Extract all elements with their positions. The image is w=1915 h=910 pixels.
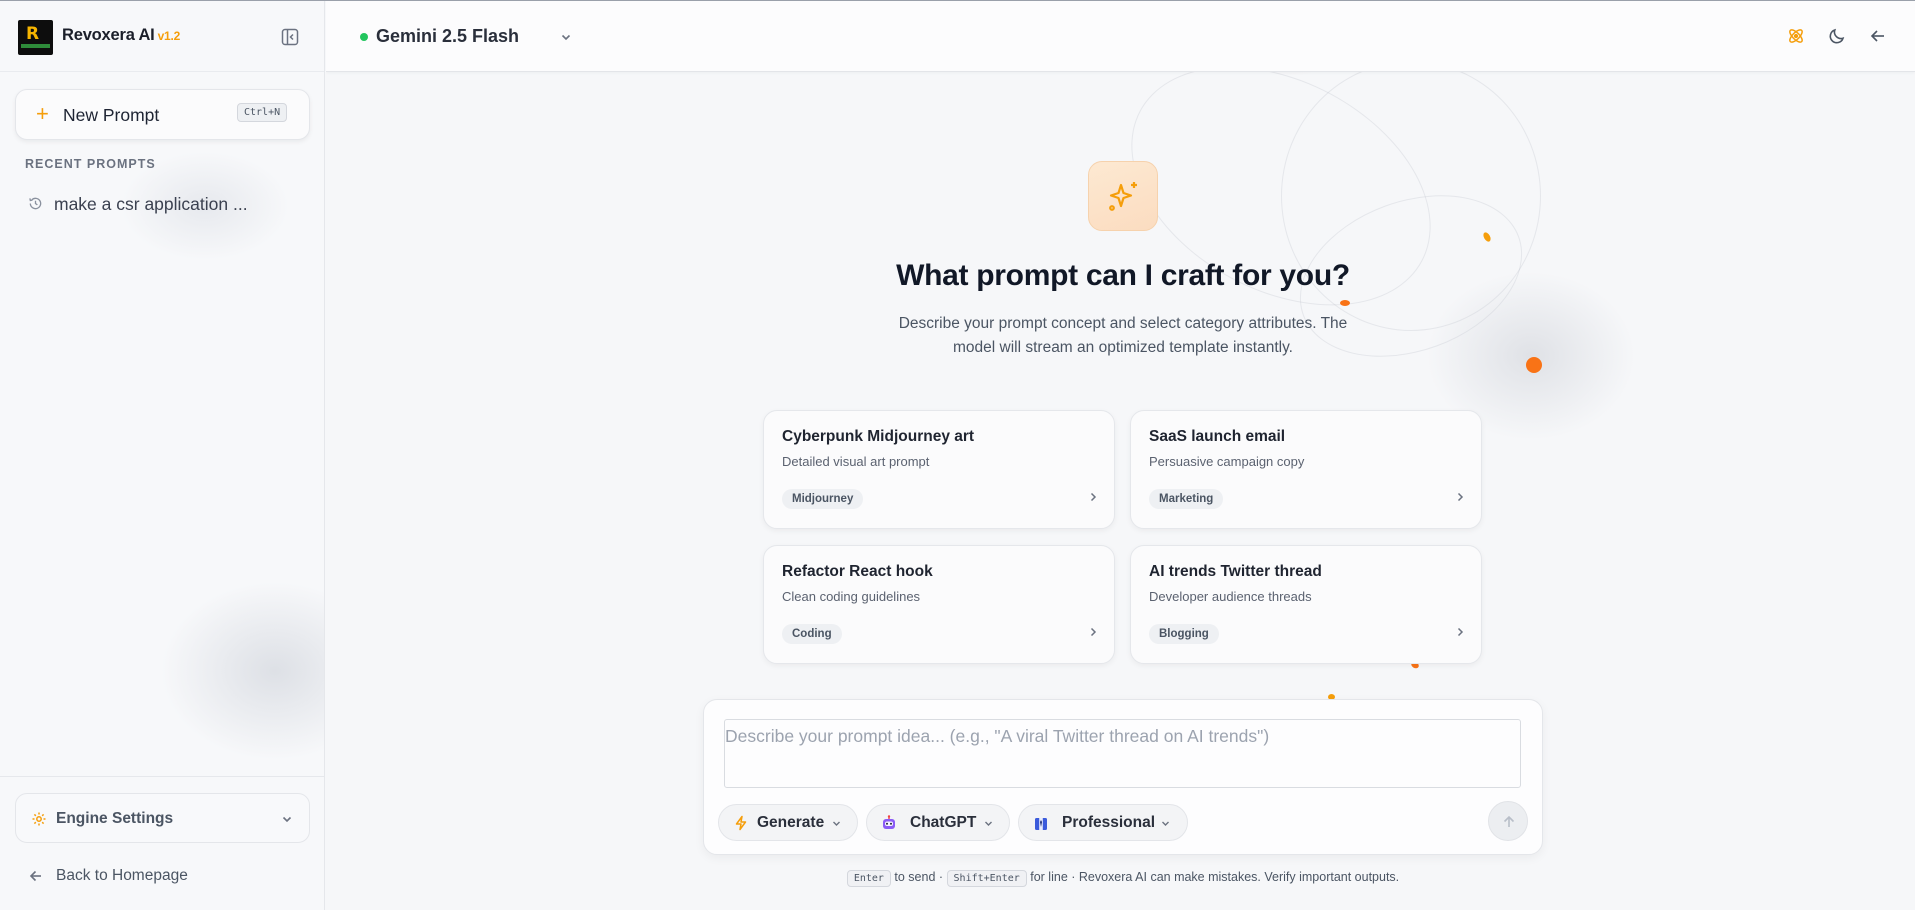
main-area: Gemini 2.5 Flash What prompt can I craft… [326, 1, 1915, 910]
card-tag: Coding [782, 624, 842, 644]
brand-name: Revoxera AI [62, 26, 155, 44]
sidebar-glow-decoration [160, 581, 324, 761]
prompt-composer: Generate ChatGPT Professional [703, 699, 1543, 855]
arrow-up-icon [1503, 815, 1515, 827]
logo-mark: R [26, 24, 40, 44]
hero-title: What prompt can I craft for you? [896, 259, 1350, 292]
chevron-down-icon [985, 821, 992, 826]
card-description: Persuasive campaign copy [1149, 454, 1305, 469]
sidebar-divider [0, 776, 324, 777]
atom-button[interactable] [1786, 26, 1806, 46]
lightning-icon [735, 815, 747, 831]
sidebar-collapse-icon [281, 28, 299, 46]
mode-label: Generate [757, 814, 825, 831]
back-to-homepage-label: Back to Homepage [56, 867, 188, 884]
chevron-down-icon [561, 34, 571, 41]
card-description: Developer audience threads [1149, 589, 1312, 604]
app-brand: Revoxera AI v1.2 [62, 26, 180, 45]
logo-wordmark-bar [21, 44, 50, 48]
tone-dropdown[interactable]: Professional [1018, 804, 1188, 841]
chevron-down-icon [833, 821, 840, 826]
card-tag: Midjourney [782, 489, 864, 509]
target-model-dropdown[interactable]: ChatGPT [866, 804, 1010, 841]
engine-settings-toggle[interactable]: Engine Settings [15, 793, 310, 843]
back-button[interactable] [1868, 26, 1888, 46]
briefcase-person-icon [1035, 818, 1047, 830]
model-status-dot [360, 33, 368, 41]
suggestion-card[interactable]: AI trends Twitter thread Developer audie… [1130, 545, 1482, 664]
sidebar: R Revoxera AI v1.2 + New Prompt Ctrl+N RE… [0, 1, 325, 910]
enter-hint-text: to send · [894, 870, 944, 884]
arrow-left-icon [29, 870, 41, 882]
card-tag: Blogging [1149, 624, 1219, 644]
suggestion-card[interactable]: Refactor React hook Clean coding guideli… [763, 545, 1115, 664]
arrow-left-icon [1870, 30, 1884, 42]
history-icon [29, 197, 42, 210]
card-title: Cyberpunk Midjourney art [782, 428, 975, 445]
engine-settings-label: Engine Settings [56, 810, 174, 827]
hero-subtitle: Describe your prompt concept and select … [898, 315, 1348, 356]
atom-icon [1789, 29, 1803, 43]
plus-icon: + [36, 101, 49, 126]
recent-prompt-item[interactable]: make a csr application ... [18, 189, 308, 219]
card-title: Refactor React hook [782, 563, 933, 580]
chevron-down-icon [1162, 821, 1169, 826]
version-badge: v1.2 [157, 29, 181, 43]
chevron-right-icon [1457, 627, 1464, 637]
target-model-label: ChatGPT [910, 814, 977, 831]
collapse-sidebar-button[interactable] [281, 28, 299, 46]
disclaimer-text: for line · Revoxera AI can make mistakes… [1030, 870, 1400, 884]
chevron-right-icon [1090, 492, 1097, 502]
robot-icon [883, 815, 895, 829]
model-name: Gemini 2.5 Flash [376, 26, 520, 46]
card-title: SaaS launch email [1149, 428, 1286, 445]
new-prompt-label: New Prompt [63, 105, 160, 125]
hero-icon-badge [1088, 161, 1158, 231]
tone-label: Professional [1062, 814, 1156, 831]
shortcut-badge: Ctrl+N [237, 103, 288, 122]
footer-disclaimer: Enter to send · Shift+Enter for line · R… [326, 870, 1915, 887]
orange-dot-decoration [1526, 357, 1542, 373]
sidebar-header: R Revoxera AI v1.2 [0, 1, 324, 72]
suggestion-card[interactable]: SaaS launch email Persuasive campaign co… [1130, 410, 1482, 529]
recent-prompt-label: make a csr application ... [54, 194, 248, 214]
card-title: AI trends Twitter thread [1149, 563, 1322, 580]
new-prompt-button[interactable]: + New Prompt Ctrl+N [15, 89, 310, 140]
send-button[interactable] [1488, 801, 1528, 841]
shift-enter-key-badge: Shift+Enter [946, 870, 1027, 887]
chevron-right-icon [1090, 627, 1097, 637]
card-description: Clean coding guidelines [782, 589, 921, 604]
card-tag: Marketing [1149, 489, 1224, 509]
orange-dot-decoration [1340, 300, 1350, 306]
top-bar: Gemini 2.5 Flash [326, 1, 1915, 72]
app-logo[interactable]: R [18, 20, 53, 55]
suggestion-card[interactable]: Cyberpunk Midjourney art Detailed visual… [763, 410, 1115, 529]
theme-toggle-button[interactable] [1827, 26, 1847, 46]
enter-key-badge: Enter [846, 870, 891, 887]
mode-dropdown[interactable]: Generate [718, 804, 858, 841]
sparkles-icon [1109, 182, 1137, 211]
chevron-right-icon [1457, 492, 1464, 502]
prompt-input[interactable] [724, 719, 1521, 788]
recent-prompts-heading: RECENT PROMPTS [25, 157, 156, 171]
chevron-down-icon [282, 816, 292, 823]
gear-icon [32, 812, 46, 826]
card-description: Detailed visual art prompt [782, 454, 930, 469]
moon-icon [1829, 28, 1845, 44]
